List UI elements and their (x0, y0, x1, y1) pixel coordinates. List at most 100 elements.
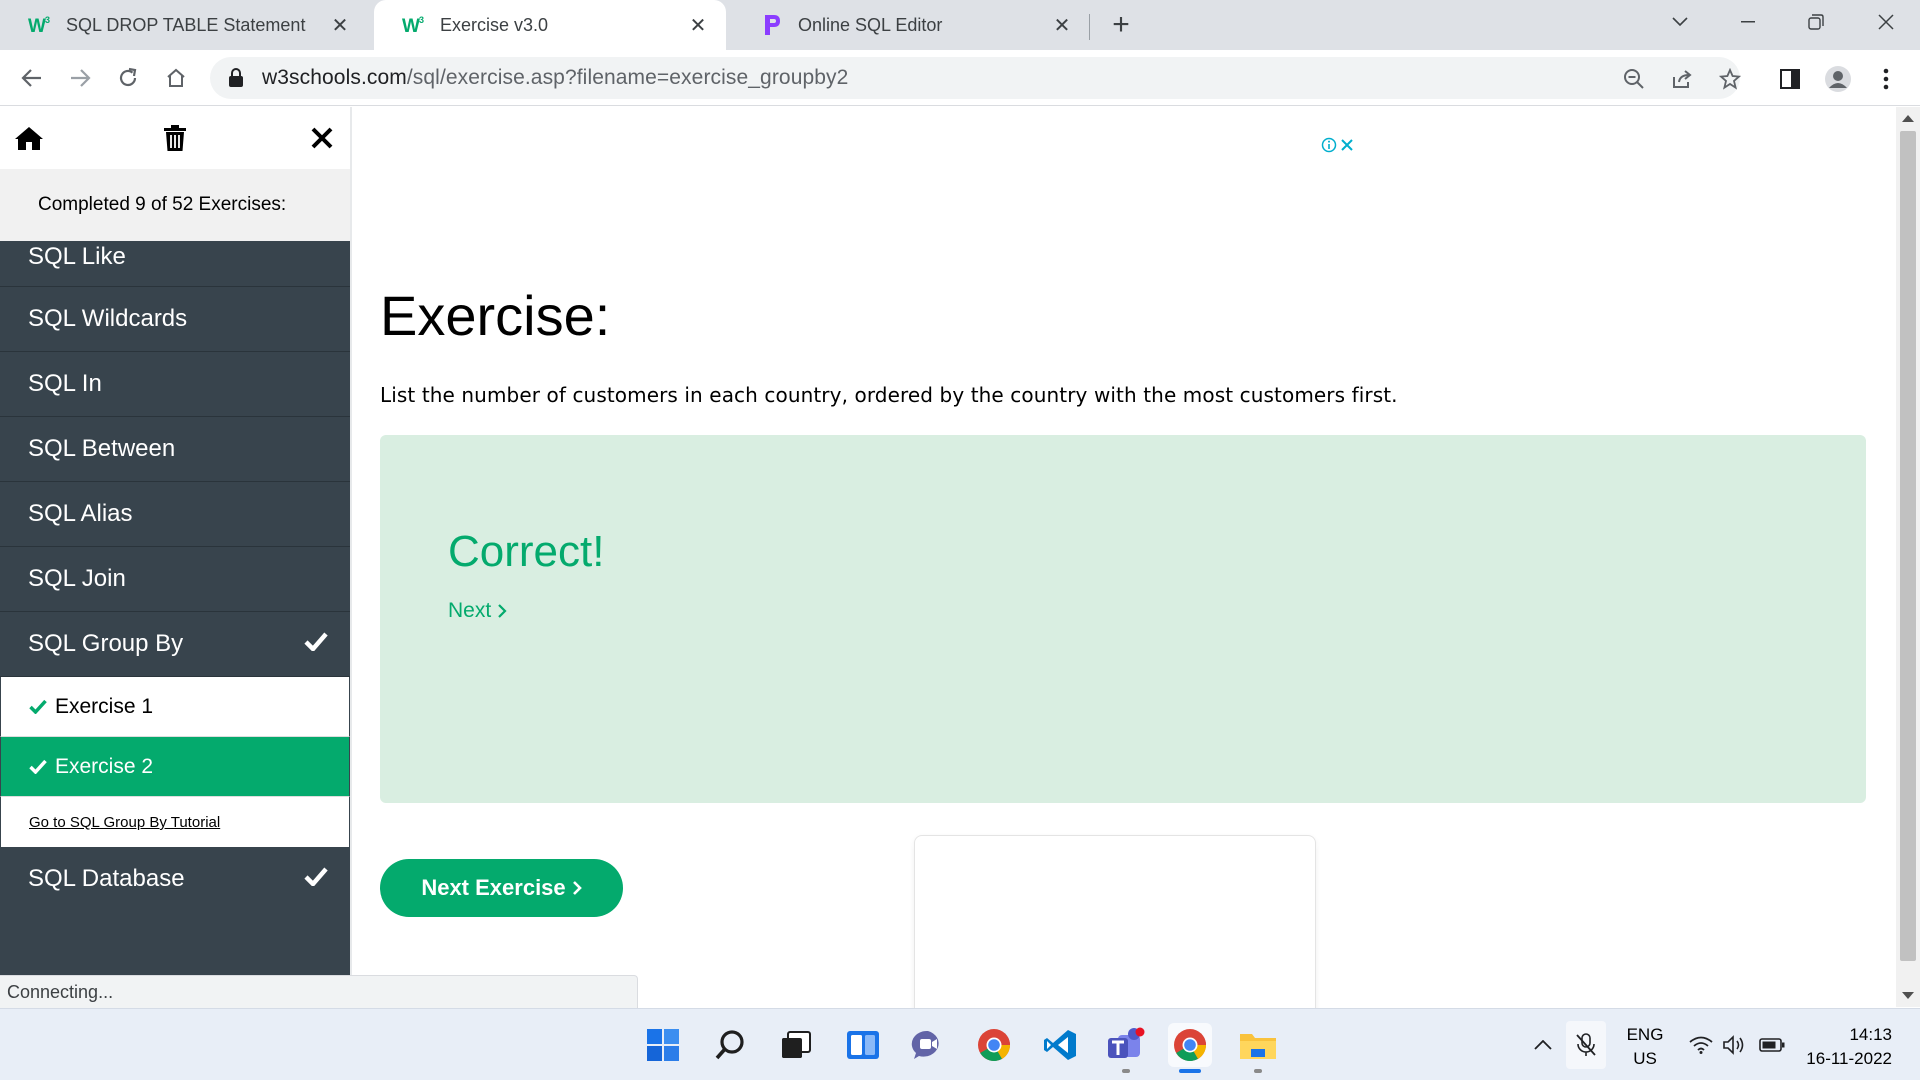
browser-toolbar: w3schools.com/sql/exercise.asp?filename=… (0, 50, 1920, 106)
task-view-icon[interactable] (774, 1023, 818, 1067)
menu-kebab-icon[interactable] (1872, 65, 1900, 93)
trash-icon[interactable] (158, 121, 192, 155)
sidebar-item-label: SQL Group By (28, 630, 184, 657)
sidebar-item-sql-alias[interactable]: SQL Alias (0, 482, 350, 547)
sidebar-item-label: SQL Wildcards (28, 305, 188, 332)
scroll-down-arrow-icon[interactable] (1902, 992, 1914, 999)
search-icon[interactable] (708, 1023, 752, 1067)
lock-icon[interactable] (228, 68, 244, 93)
svg-text:W: W (28, 16, 46, 36)
page-scrollbar[interactable] (1896, 107, 1920, 1007)
sidebar-item-sql-wildcards[interactable]: SQL Wildcards (0, 287, 350, 352)
w3schools-icon: W3 (402, 13, 426, 37)
tab-separator (1089, 14, 1090, 40)
bookmark-star-icon[interactable] (1718, 67, 1742, 91)
home-icon[interactable] (12, 121, 46, 155)
tab-title: Online SQL Editor (798, 14, 943, 35)
back-button[interactable] (14, 60, 50, 96)
close-icon[interactable] (305, 121, 339, 155)
exercise-item-label: Exercise 1 (55, 694, 154, 718)
sidebar-item-sql-group-by[interactable]: SQL Group By (0, 612, 350, 677)
reload-button[interactable] (110, 60, 146, 96)
tab-search-chevron-icon[interactable] (1652, 0, 1708, 44)
exercise-sidebar: Completed 9 of 52 Exercises: SQL Like SQ… (0, 107, 352, 975)
restore-button[interactable] (1788, 0, 1844, 44)
zoom-icon[interactable] (1622, 67, 1646, 91)
battery-icon[interactable] (1756, 1009, 1788, 1080)
browser-tab-strip: W3 SQL DROP TABLE Statement ✕ W3 Exercis… (0, 0, 1920, 50)
region-code: US (1633, 1049, 1657, 1068)
exercise-main-content: Exercise: List the number of customers i… (354, 107, 1896, 1080)
new-tab-button[interactable]: + (1106, 10, 1136, 40)
teams-chat-icon[interactable] (906, 1023, 950, 1067)
browser-status-bar: Connecting... (0, 975, 638, 1009)
sidebar-item-sql-join[interactable]: SQL Join (0, 547, 350, 612)
sidebar-item-label: SQL In (28, 370, 102, 397)
home-button[interactable] (158, 60, 194, 96)
checkmark-icon (304, 630, 328, 658)
minimize-button[interactable] (1720, 0, 1776, 44)
file-explorer-icon[interactable] (1236, 1023, 1280, 1067)
wifi-icon[interactable] (1686, 1009, 1716, 1080)
info-icon[interactable] (1321, 137, 1337, 153)
widgets-icon[interactable] (841, 1023, 885, 1067)
next-link[interactable]: Next (448, 599, 507, 623)
sidebar-item-sql-like[interactable]: SQL Like (0, 241, 350, 287)
clock[interactable]: 14:13 16-11-2022 (1800, 1023, 1892, 1071)
chevron-right-icon (498, 604, 507, 618)
clock-time: 14:13 (1849, 1025, 1892, 1044)
sidebar-item-label: SQL Database (28, 865, 185, 892)
vscode-icon[interactable] (1038, 1023, 1082, 1067)
next-exercise-label: Next Exercise (421, 875, 566, 900)
close-icon[interactable]: ✕ (1050, 13, 1074, 37)
scroll-up-arrow-icon[interactable] (1902, 115, 1914, 122)
ad-choices[interactable] (1321, 137, 1354, 153)
svg-text:3: 3 (45, 15, 50, 25)
tab-online-sql-editor[interactable]: Online SQL Editor ✕ (732, 0, 1090, 50)
tab-title: SQL DROP TABLE Statement (66, 14, 306, 35)
exercise-item-2[interactable]: Exercise 2 (0, 737, 350, 797)
result-message: Correct! (448, 527, 605, 576)
volume-icon[interactable] (1720, 1009, 1750, 1080)
chevron-up-icon[interactable] (1526, 1009, 1560, 1080)
tab-title: Exercise v3.0 (440, 14, 549, 35)
sidebar-toolbar (0, 107, 350, 169)
scrollbar-thumb[interactable] (1900, 131, 1916, 961)
start-windows-icon[interactable] (641, 1023, 685, 1067)
chevron-right-icon (572, 881, 582, 895)
clock-date: 16-11-2022 (1806, 1049, 1892, 1068)
w3schools-icon: W3 (28, 13, 52, 37)
sidebar-item-label: SQL Like (28, 243, 126, 270)
sidebar-item-sql-between[interactable]: SQL Between (0, 417, 350, 482)
windows-taskbar: ENG US 14:13 16-11-2022 (0, 1008, 1920, 1080)
tab-sql-drop-table[interactable]: W3 SQL DROP TABLE Statement ✕ (0, 0, 368, 50)
sidebar-item-sql-in[interactable]: SQL In (0, 352, 350, 417)
side-panel-icon[interactable] (1776, 65, 1804, 93)
mic-muted-icon[interactable] (1566, 1021, 1606, 1069)
language-code: ENG (1626, 1025, 1664, 1044)
exercise-item-1[interactable]: Exercise 1 (0, 677, 350, 737)
language-indicator[interactable]: ENG US (1618, 1023, 1672, 1071)
svg-text:W: W (402, 16, 420, 36)
tutorial-link[interactable]: Go to SQL Group By Tutorial (0, 797, 350, 847)
result-panel: Correct! Next (380, 435, 1866, 803)
profile-avatar-icon[interactable] (1824, 65, 1852, 93)
tab-exercise[interactable]: W3 Exercise v3.0 ✕ (374, 0, 726, 50)
ad-close-icon[interactable] (1340, 138, 1354, 152)
close-icon[interactable]: ✕ (686, 13, 710, 37)
window-close-button[interactable] (1858, 0, 1914, 44)
url-path: /sql/exercise.asp?filename=exercise_grou… (406, 66, 849, 89)
exercise-description: List the number of customers in each cou… (380, 383, 1398, 407)
close-icon[interactable]: ✕ (328, 13, 352, 37)
address-bar[interactable]: w3schools.com/sql/exercise.asp?filename=… (210, 57, 1742, 99)
next-exercise-button[interactable]: Next Exercise (380, 859, 623, 917)
chrome-icon[interactable] (972, 1023, 1016, 1067)
teams-icon[interactable] (1104, 1023, 1148, 1067)
sidebar-item-label: SQL Between (28, 435, 176, 462)
share-icon[interactable] (1670, 67, 1694, 91)
forward-button[interactable] (62, 60, 98, 96)
chrome-active-icon[interactable] (1168, 1023, 1212, 1067)
next-link-label: Next (448, 599, 492, 622)
url-domain: w3schools.com (262, 66, 407, 89)
page-title: Exercise: (380, 284, 611, 347)
